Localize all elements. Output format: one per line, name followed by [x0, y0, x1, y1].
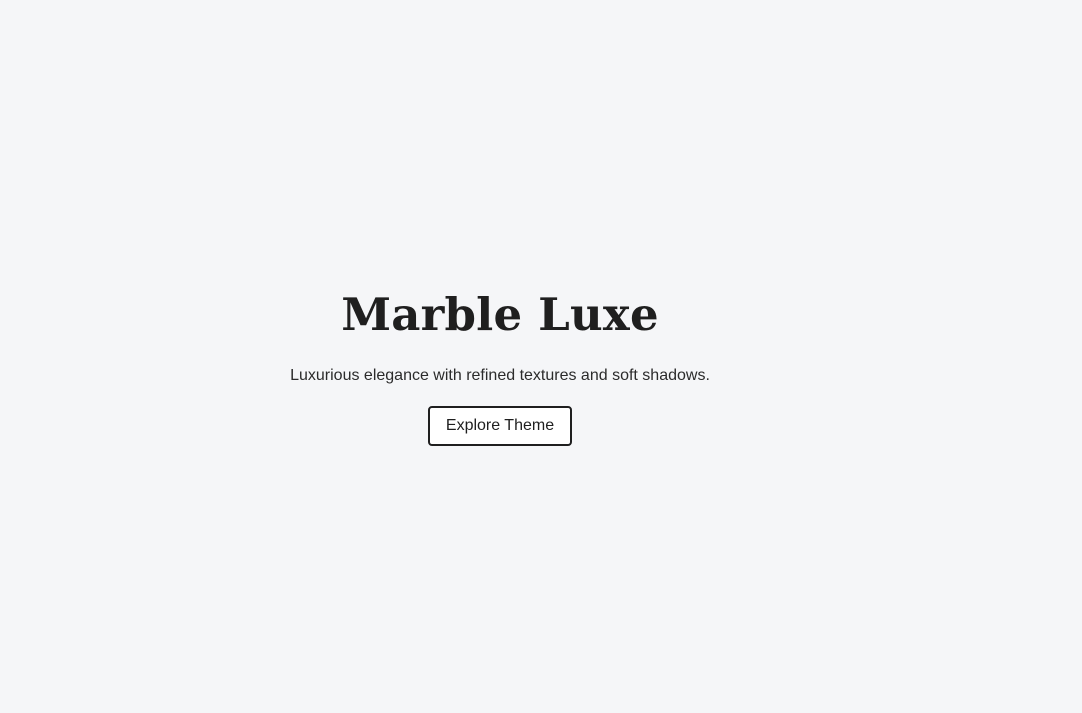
page-title: Marble Luxe — [341, 288, 659, 341]
hero: Marble Luxe Luxurious elegance with refi… — [0, 286, 1000, 446]
page: Marble Luxe Luxurious elegance with refi… — [0, 0, 1082, 713]
hero-subtitle: Luxurious elegance with refined textures… — [290, 367, 710, 384]
explore-theme-button[interactable]: Explore Theme — [427, 406, 573, 446]
